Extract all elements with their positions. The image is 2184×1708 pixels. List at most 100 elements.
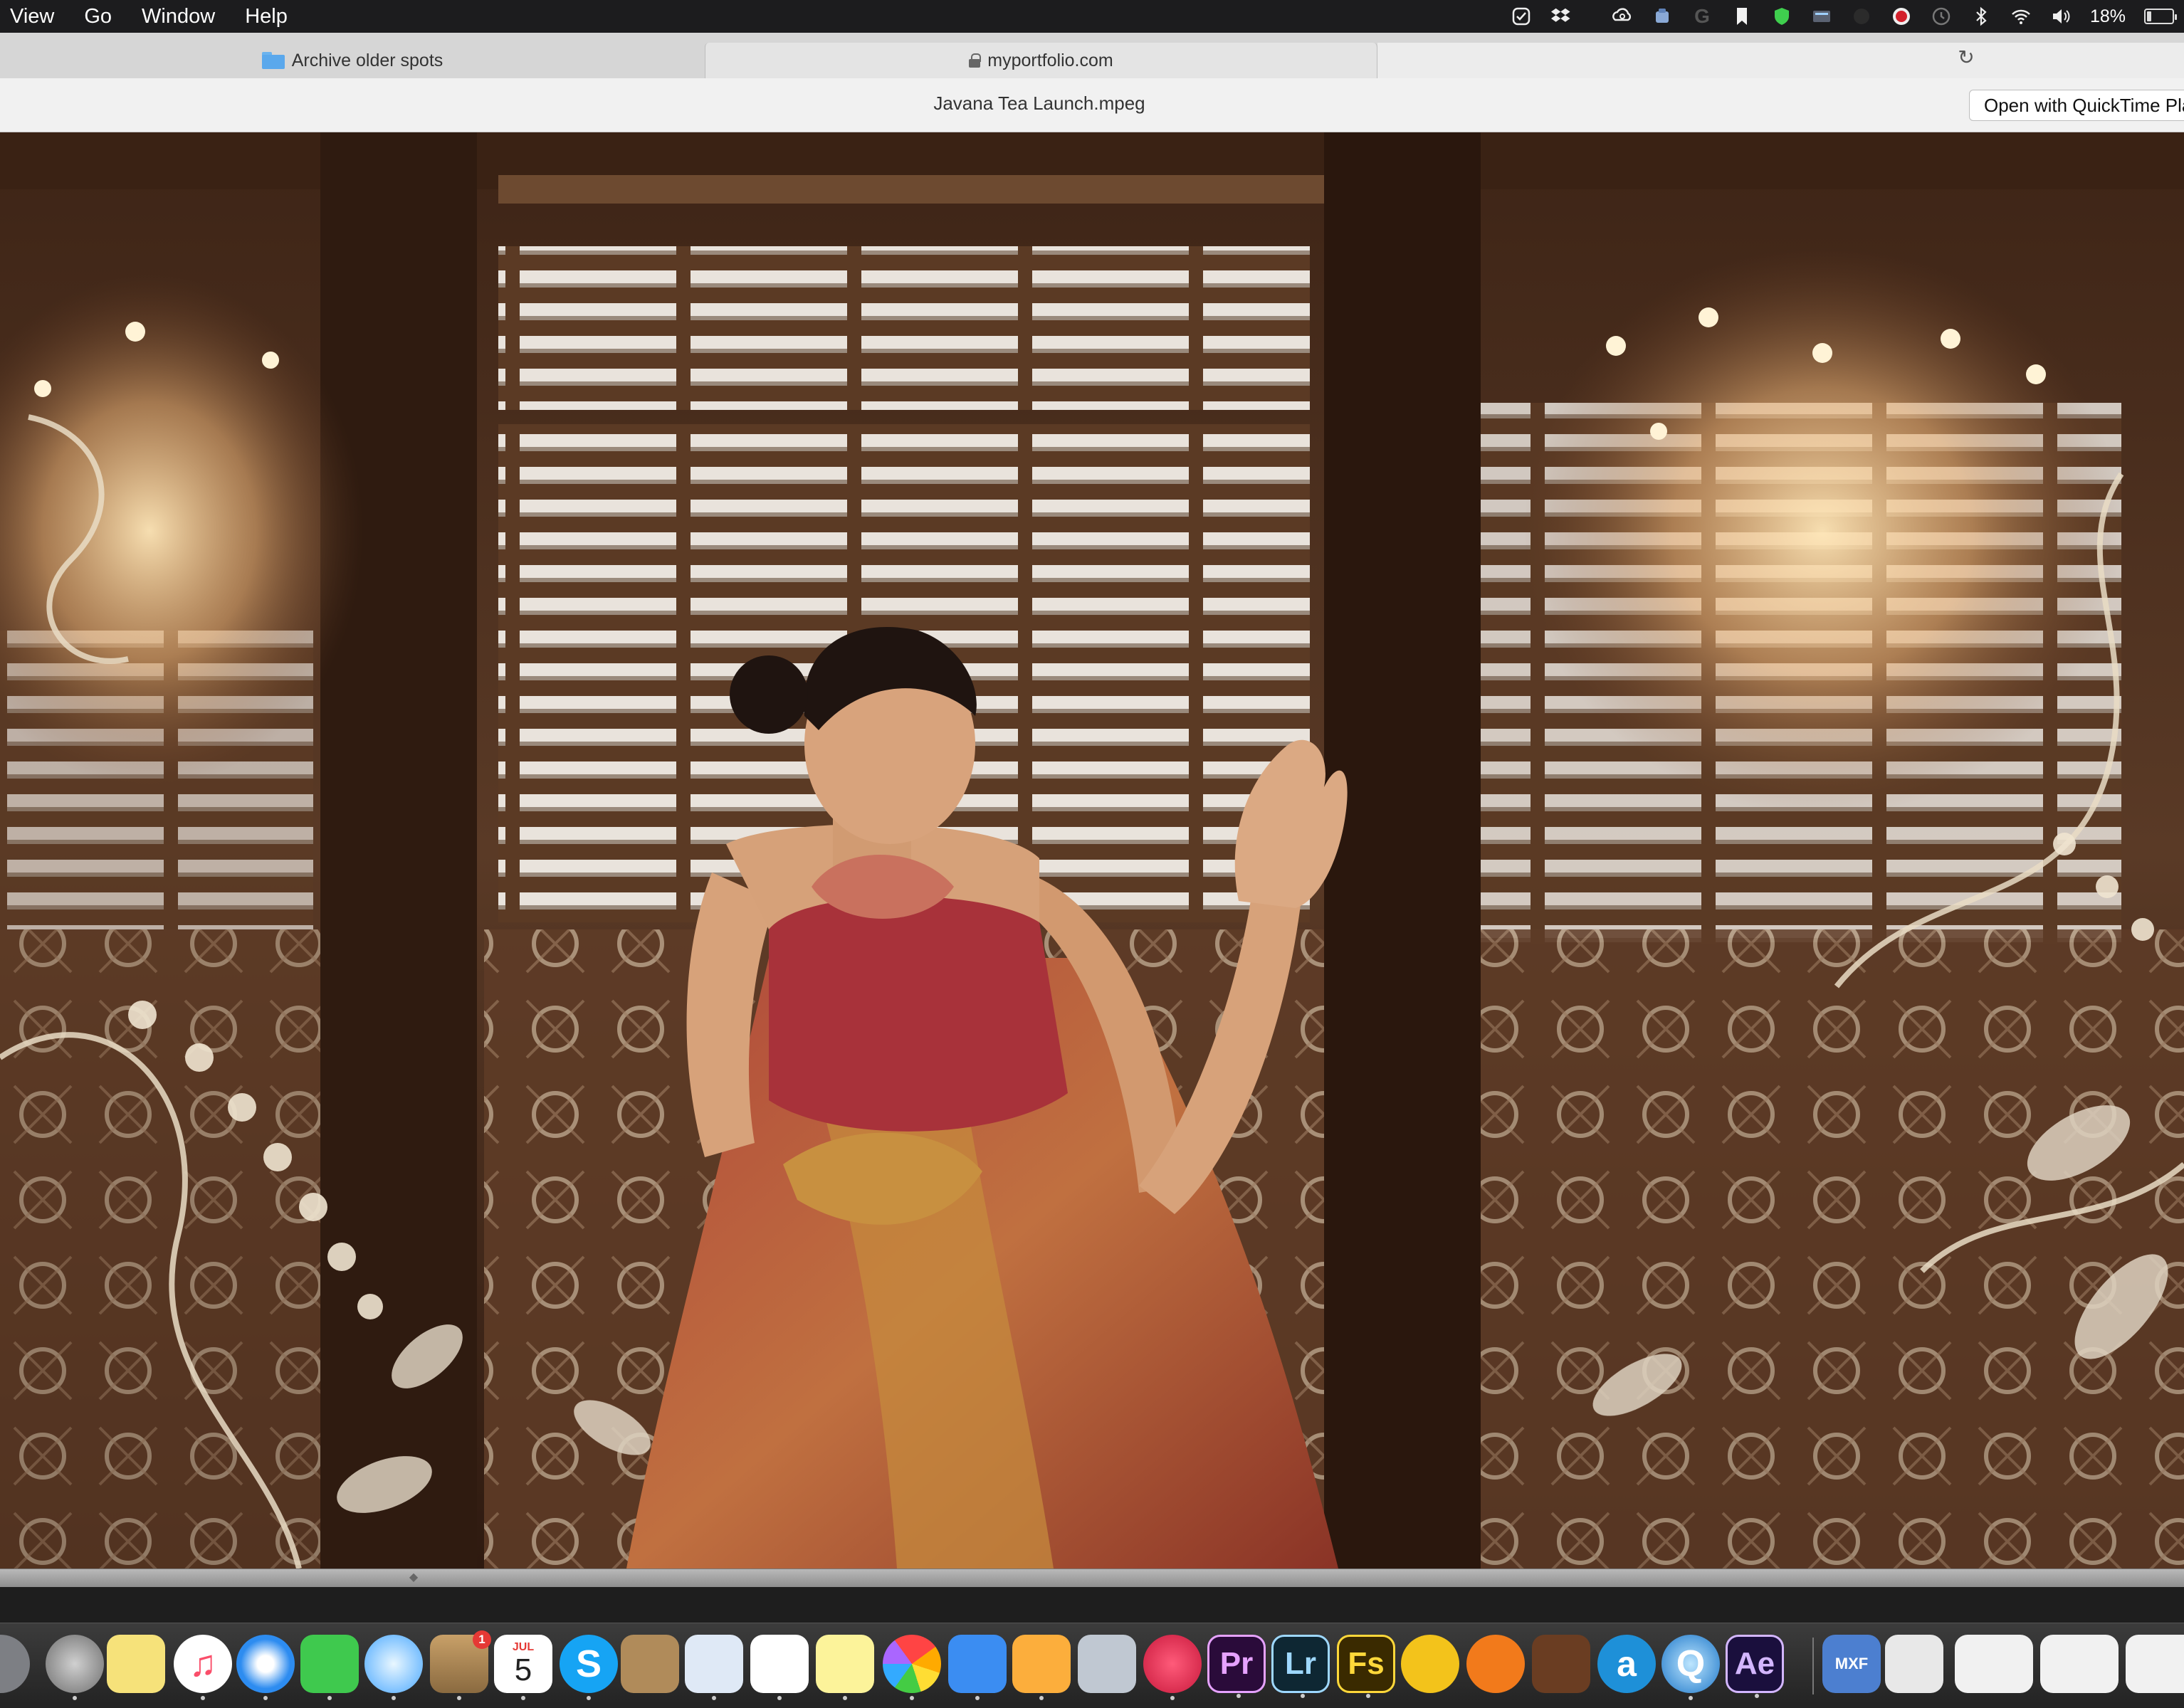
safari-icon[interactable]	[236, 1635, 295, 1700]
calendar-icon[interactable]: JUL 5	[494, 1635, 552, 1700]
time-machine-icon[interactable]	[1931, 6, 1952, 27]
after-effects-label: Ae	[1734, 1646, 1775, 1681]
menu-help[interactable]: Help	[235, 0, 308, 33]
playback-scrubber[interactable]: ◆	[0, 1569, 2184, 1587]
window-thumbnail-1-icon[interactable]	[1955, 1635, 2033, 1693]
pages-icon[interactable]	[1012, 1635, 1071, 1700]
bookmark-icon[interactable]	[1731, 6, 1753, 27]
volume-icon[interactable]	[2050, 6, 2072, 27]
running-indicator	[521, 1696, 525, 1700]
clapper-icon[interactable]	[1466, 1635, 1525, 1693]
itunes-icon[interactable]: ♫	[174, 1635, 232, 1700]
running-indicator	[392, 1696, 396, 1700]
skype-icon[interactable]: S	[560, 1635, 618, 1700]
itunes-label: ♫	[189, 1643, 217, 1685]
running-indicator	[1039, 1696, 1044, 1700]
running-indicator	[975, 1696, 980, 1700]
display-icon[interactable]	[1811, 6, 1832, 27]
record-icon[interactable]	[1891, 6, 1912, 27]
contacts-icon[interactable]	[621, 1635, 679, 1693]
fuse-label: Fs	[1348, 1646, 1385, 1681]
lock-icon	[969, 53, 982, 68]
mail-icon[interactable]: 1	[430, 1630, 491, 1700]
premiere-pro-icon[interactable]: Pr	[1207, 1635, 1266, 1698]
menu-window[interactable]: Window	[132, 0, 235, 33]
drive-icon[interactable]	[1652, 6, 1673, 27]
running-indicator	[712, 1696, 716, 1700]
lightroom-icon[interactable]: Lr	[1271, 1635, 1330, 1698]
tab-archive-older-spots[interactable]: Archive older spots	[0, 43, 705, 78]
creative-cloud-icon[interactable]	[1612, 6, 1633, 27]
running-indicator	[843, 1696, 847, 1700]
scrub-handle-icon[interactable]: ◆	[407, 1572, 420, 1583]
running-indicator	[73, 1696, 77, 1700]
keynote-icon[interactable]	[948, 1635, 1007, 1700]
fuse-icon[interactable]: Fs	[1337, 1635, 1395, 1698]
tab-label: Archive older spots	[291, 50, 443, 70]
reload-icon[interactable]: ↻	[1955, 46, 1978, 68]
garageband-icon[interactable]	[1532, 1635, 1590, 1693]
premiere-pro-label: Pr	[1219, 1646, 1254, 1681]
menu-bar: View Go Window Help G 18%	[0, 0, 2184, 33]
tab-myportfolio[interactable]: myportfolio.com	[705, 43, 1377, 78]
status-area: G 18%	[1511, 0, 2184, 33]
system-preferences-icon[interactable]	[46, 1635, 104, 1700]
image-capture-icon[interactable]	[1078, 1635, 1136, 1693]
dock-gap	[0, 1587, 2184, 1623]
video-frame	[0, 132, 2184, 1569]
running-indicator	[1689, 1696, 1693, 1700]
preview-icon[interactable]	[685, 1635, 743, 1700]
notes-icon[interactable]	[816, 1635, 874, 1700]
document-icon[interactable]	[1885, 1635, 1943, 1693]
dock: ♫ 1 JUL 5 S Pr Lr Fs a Q Ae MXF	[0, 1623, 2184, 1708]
battery-percent: 18%	[2089, 6, 2126, 26]
running-indicator	[587, 1696, 591, 1700]
running-indicator	[1755, 1694, 1759, 1698]
video-player[interactable]	[0, 132, 2184, 1569]
viewer-header: Javana Tea Launch.mpeg Open with QuickTi…	[0, 78, 2184, 132]
battery-icon[interactable]	[2144, 9, 2177, 24]
launchpad-icon[interactable]	[0, 1635, 30, 1693]
open-with-quicktime-button[interactable]: Open with QuickTime Player	[1969, 90, 2184, 121]
running-indicator	[1301, 1694, 1305, 1698]
task-check-icon[interactable]	[1511, 6, 1532, 27]
quicktime-label: Q	[1676, 1643, 1706, 1685]
wifi-icon[interactable]	[2010, 6, 2032, 27]
messages-icon[interactable]	[364, 1635, 423, 1700]
address-text: myportfolio.com	[987, 50, 1113, 70]
tab-bar: Archive older spots myportfolio.com ↻	[0, 33, 2184, 78]
after-effects-icon[interactable]: Ae	[1726, 1635, 1784, 1698]
window-thumbnail-3-icon[interactable]	[2126, 1635, 2184, 1693]
dark-circle-icon[interactable]	[1851, 6, 1872, 27]
amazon-drive-label: a	[1617, 1644, 1637, 1684]
shield-icon[interactable]	[1771, 6, 1792, 27]
running-indicator	[777, 1696, 782, 1700]
photos-icon[interactable]	[883, 1635, 941, 1700]
davinci-resolve-icon[interactable]	[1143, 1635, 1202, 1700]
mxf-icon[interactable]: MXF	[1822, 1635, 1881, 1693]
menu-go[interactable]: Go	[74, 0, 132, 33]
facetime-icon[interactable]	[300, 1635, 359, 1700]
file-title: Javana Tea Launch.mpeg	[933, 93, 1145, 114]
running-indicator	[457, 1696, 461, 1700]
running-indicator	[1237, 1694, 1241, 1698]
running-indicator	[1366, 1694, 1370, 1698]
lynda-icon[interactable]	[1401, 1635, 1459, 1693]
dropbox-icon[interactable]	[1550, 6, 1572, 27]
folder-icon	[261, 52, 285, 69]
amazon-drive-icon[interactable]: a	[1597, 1635, 1656, 1693]
menu-view[interactable]: View	[0, 0, 74, 33]
bluetooth-icon[interactable]	[1970, 6, 1992, 27]
grammarly-icon[interactable]: G	[1691, 5, 1713, 27]
tab-bar-empty-area	[1377, 43, 2184, 78]
running-indicator	[327, 1696, 332, 1700]
dock-separator	[1812, 1638, 1814, 1694]
stickies-icon[interactable]	[107, 1635, 165, 1693]
mxf-label: MXF	[1834, 1655, 1869, 1672]
mail-badge: 1	[473, 1630, 491, 1649]
lightroom-label: Lr	[1285, 1646, 1316, 1681]
window-thumbnail-2-icon[interactable]	[2040, 1635, 2119, 1693]
reminders-icon[interactable]	[750, 1635, 809, 1700]
quicktime-icon[interactable]: Q	[1661, 1635, 1720, 1700]
running-indicator	[263, 1696, 268, 1700]
